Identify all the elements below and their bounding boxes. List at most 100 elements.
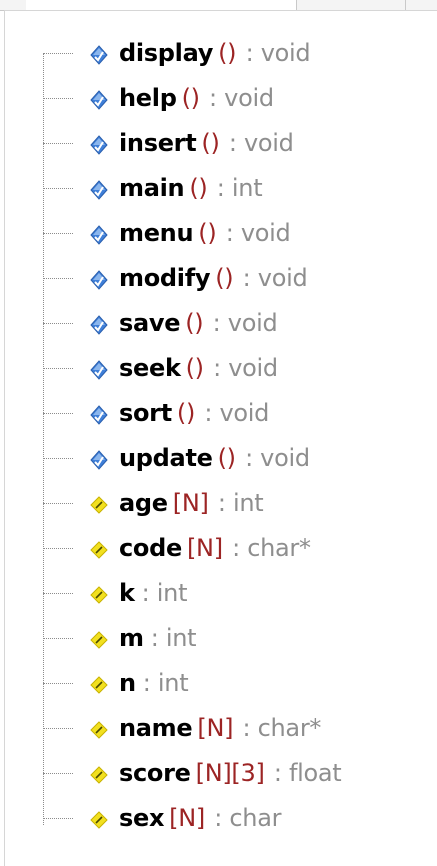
symbol-params: [N] (197, 714, 234, 742)
symbol-type: : char* (235, 714, 322, 742)
symbol-name: n (119, 669, 136, 697)
symbol-name: save (119, 309, 181, 337)
tree-branch-line (43, 548, 73, 549)
tree-item-label: name [N] : char* (119, 712, 321, 744)
tree-item-label: score [N][3] : float (119, 757, 342, 789)
symbol-type: : int (150, 624, 197, 652)
symbol-name: seek (119, 354, 181, 382)
tree-branch-line (43, 233, 73, 234)
variable-icon (89, 495, 109, 515)
tree-item-variable[interactable]: age [N] : int (5, 481, 437, 526)
tree-item-variable[interactable]: k: int (5, 571, 437, 616)
tree-item-variable[interactable]: code [N] : char* (5, 526, 437, 571)
variable-icon (89, 675, 109, 695)
function-icon (89, 405, 109, 425)
tree-branch-line (43, 458, 73, 459)
tree-item-variable[interactable]: m: int (5, 616, 437, 661)
tree-branch-line (43, 773, 73, 774)
tree-branch-line (43, 368, 73, 369)
symbol-type: : char* (224, 534, 311, 562)
variable-icon (89, 810, 109, 830)
function-icon (89, 90, 109, 110)
symbol-params: () (218, 39, 237, 67)
tree-item-method[interactable]: display() : void (5, 31, 437, 76)
tree-item-method[interactable]: modify() : void (5, 256, 437, 301)
symbol-type: : int (210, 489, 264, 517)
symbol-params: () (176, 399, 196, 427)
symbol-name: update (119, 444, 213, 472)
symbol-params: () (185, 354, 204, 382)
tree-item-label: seek() : void (119, 352, 278, 384)
symbol-params: () (217, 444, 236, 472)
symbol-type: : int (209, 174, 263, 202)
tree-item-label: sex [N] : char (119, 802, 281, 834)
function-icon (89, 270, 109, 290)
tree-item-variable[interactable]: score [N][3] : float (5, 751, 437, 796)
function-icon (89, 225, 109, 245)
tree-item-variable[interactable]: n: int (5, 661, 437, 706)
symbol-name: m (119, 624, 144, 652)
tree-item-label: update() : void (119, 442, 310, 474)
tree-item-method[interactable]: seek() : void (5, 346, 437, 391)
tree-branch-line (43, 683, 73, 684)
tree-branch-line (43, 728, 73, 729)
symbol-type: : void (201, 84, 274, 112)
tree-item-label: age [N] : int (119, 487, 264, 519)
symbol-type: : float (266, 759, 342, 787)
tree-branch-line (43, 638, 73, 639)
symbol-name: display (119, 39, 214, 67)
symbol-name: menu (119, 219, 194, 247)
symbol-name: sort (119, 399, 172, 427)
tree-item-method[interactable]: sort() : void (5, 391, 437, 436)
symbol-type: : void (235, 264, 308, 292)
symbol-name: age (119, 489, 168, 517)
tree-item-method[interactable]: main() : int (5, 166, 437, 211)
tree-item-method[interactable]: menu() : void (5, 211, 437, 256)
tree-branch-line (43, 413, 73, 414)
symbol-type: : char (206, 804, 282, 832)
tree-item-method[interactable]: update() : void (5, 436, 437, 481)
symbol-type: : void (238, 39, 311, 67)
tree-item-variable[interactable]: name [N] : char* (5, 706, 437, 751)
symbol-name: help (119, 84, 177, 112)
symbol-type: : void (197, 399, 270, 427)
tree-item-label: modify() : void (119, 262, 308, 294)
function-icon (89, 180, 109, 200)
symbol-type: : int (142, 669, 189, 697)
tab-active[interactable] (26, 0, 296, 10)
symbol-params: () (215, 264, 234, 292)
symbol-type: : void (218, 219, 291, 247)
symbol-params: [N][3] (195, 759, 265, 787)
symbol-params: [N] (186, 534, 223, 562)
tree-item-label: display() : void (119, 37, 311, 69)
tree-item-method[interactable]: save() : void (5, 301, 437, 346)
tree-branch-line (43, 53, 73, 54)
tree-item-variable[interactable]: sex [N] : char (5, 796, 437, 841)
function-icon (89, 45, 109, 65)
tree-item-label: main() : int (119, 172, 263, 204)
tree-item-method[interactable]: insert() : void (5, 121, 437, 166)
symbol-type: : void (237, 444, 310, 472)
tree-item-label: code [N] : char* (119, 532, 311, 564)
tree-item-label: sort() : void (119, 397, 269, 429)
tree-item-label: menu() : void (119, 217, 291, 249)
symbol-type: : void (205, 354, 278, 382)
symbol-type: : void (205, 309, 278, 337)
tree-item-method[interactable]: help() : void (5, 76, 437, 121)
symbol-name: insert (119, 129, 197, 157)
tree-item-label: m: int (119, 622, 197, 654)
tree-branch-line (43, 143, 73, 144)
symbol-name: modify (119, 264, 211, 292)
variable-icon (89, 765, 109, 785)
function-icon (89, 315, 109, 335)
symbol-params: () (189, 174, 208, 202)
symbol-params: [N] (169, 804, 205, 832)
tree-branch-line (43, 503, 73, 504)
symbol-params: () (181, 84, 200, 112)
variable-icon (89, 720, 109, 740)
tree-item-label: save() : void (119, 307, 278, 339)
symbol-params: () (198, 219, 217, 247)
tree-branch-line (43, 278, 73, 279)
symbol-list: display() : void help() : void insert() : … (5, 31, 437, 841)
symbol-name: name (119, 714, 193, 742)
